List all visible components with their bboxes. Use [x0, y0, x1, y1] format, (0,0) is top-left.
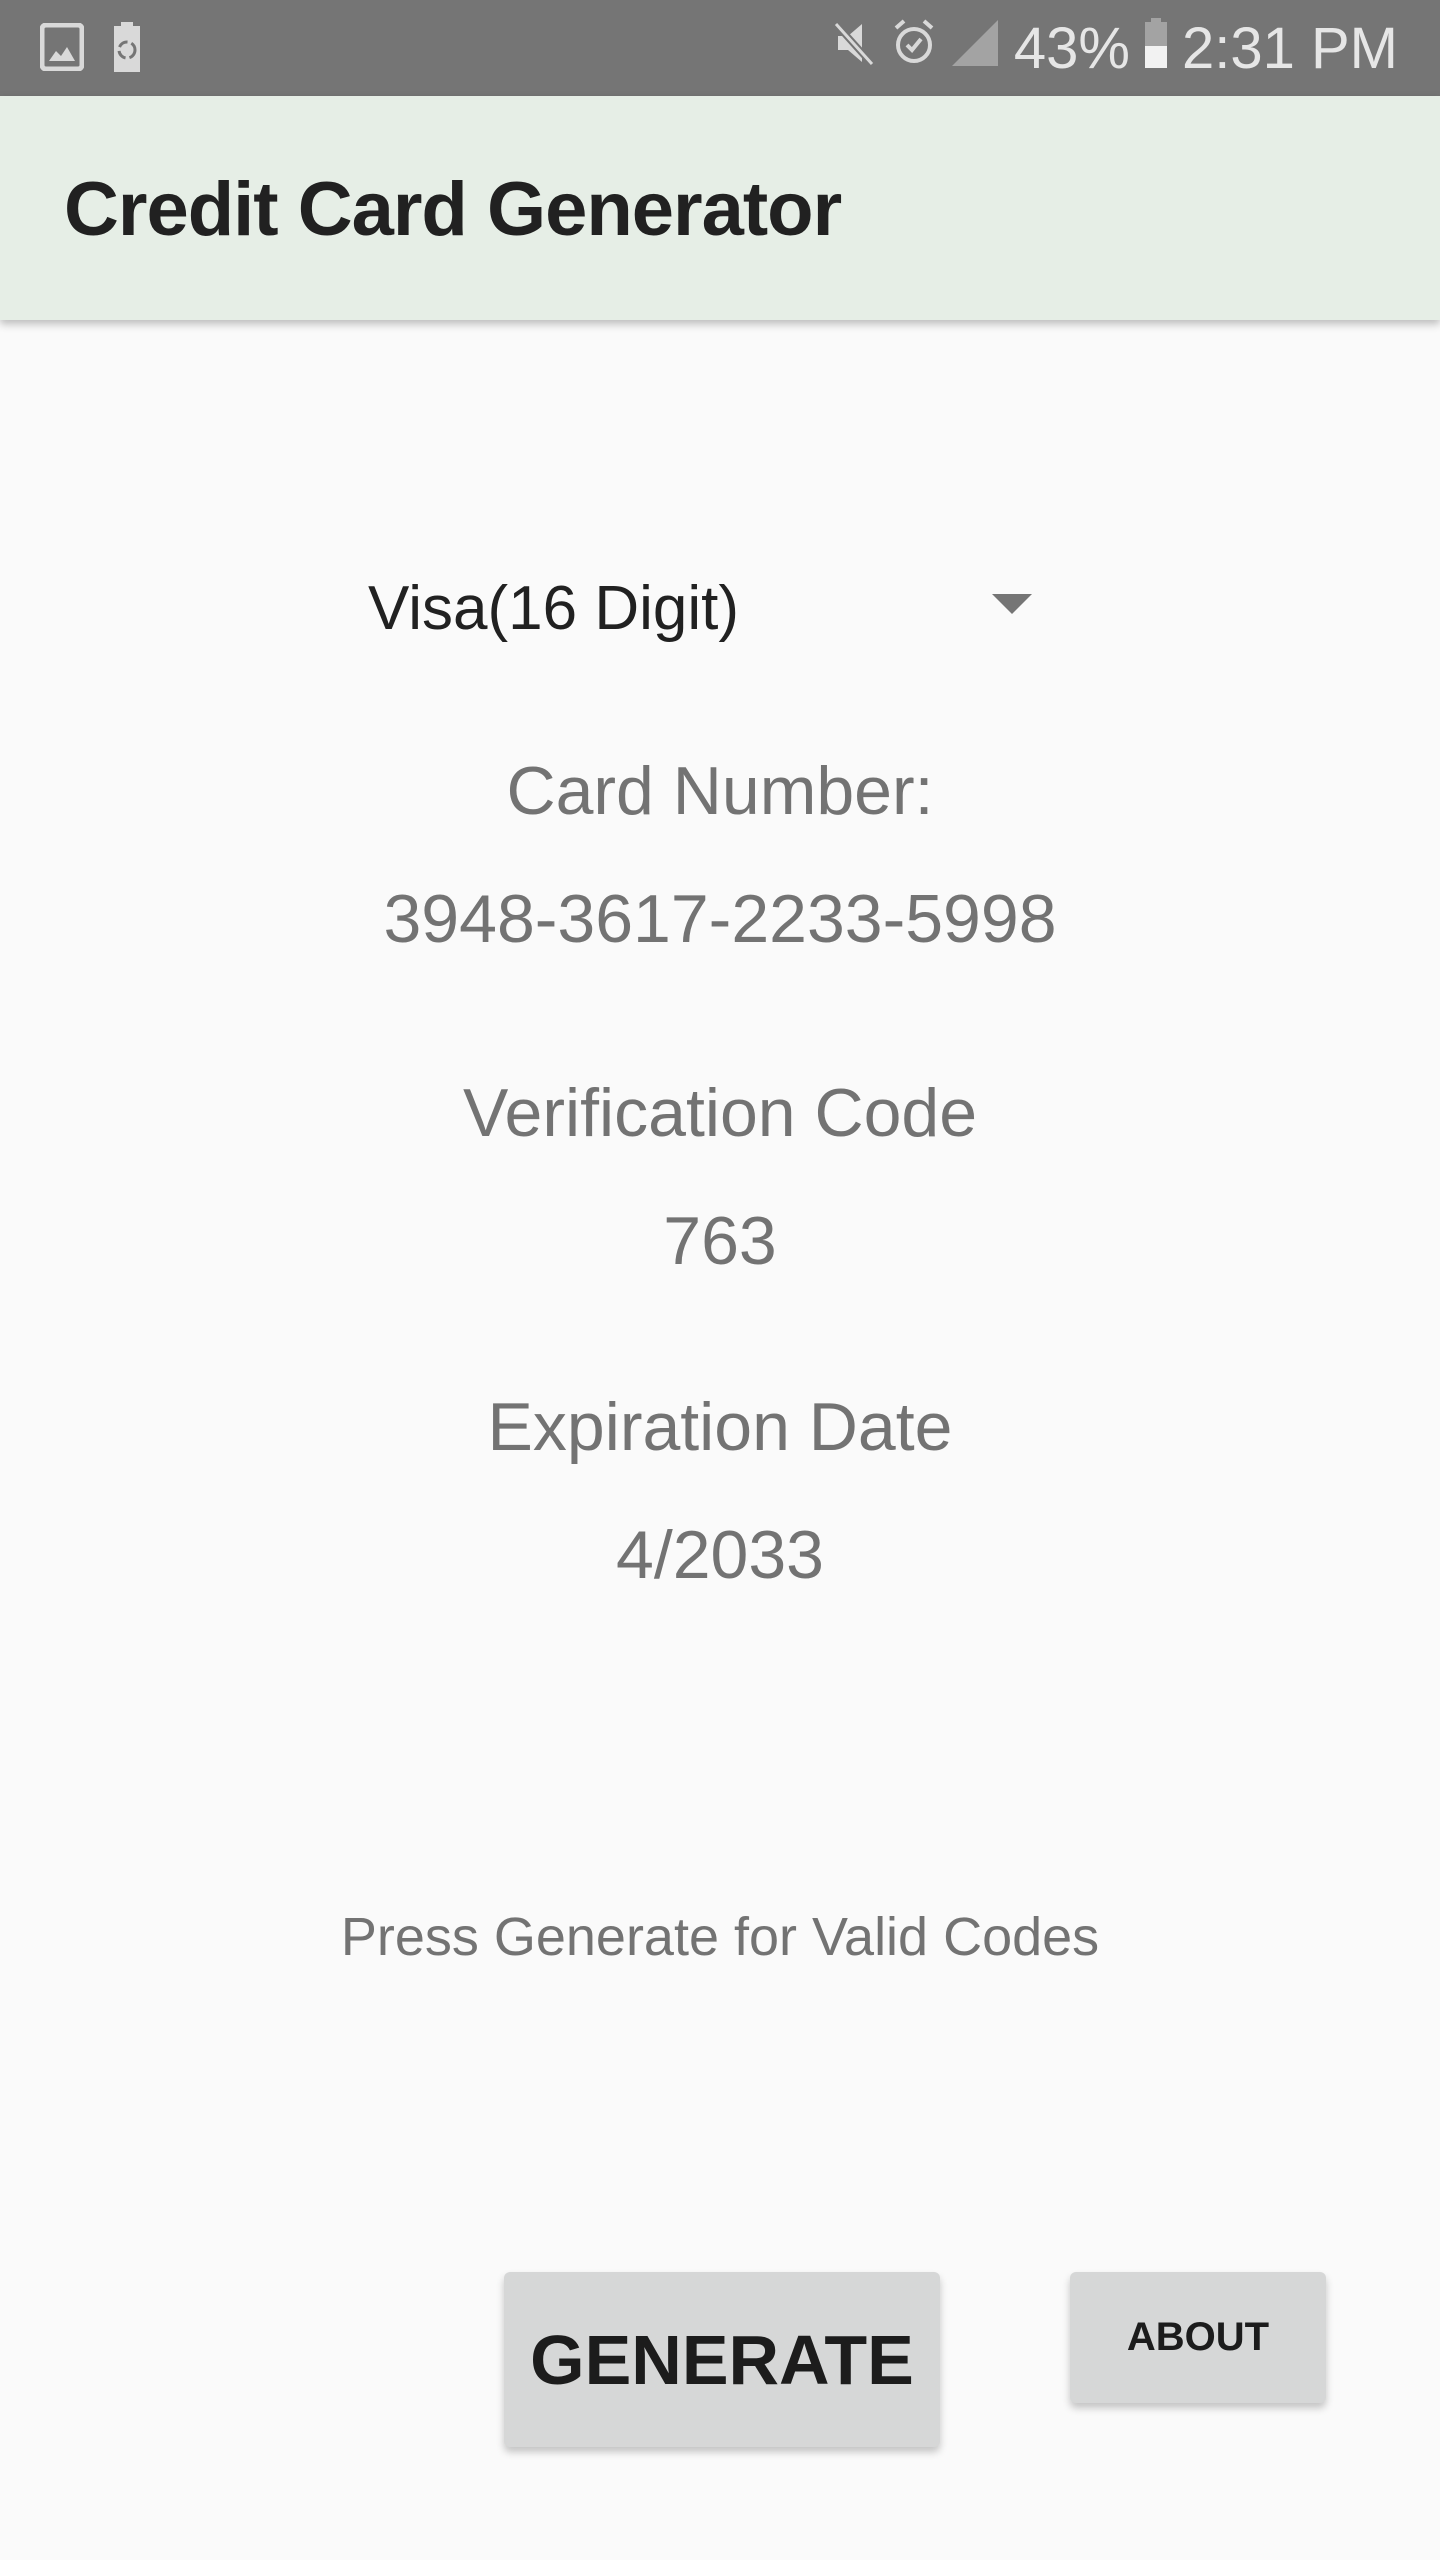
hint-text: Press Generate for Valid Codes	[340, 1907, 1100, 1967]
card-type-selected: Visa(16 Digit)	[368, 573, 740, 643]
card-number-value: 3948-3617-2233-5998	[383, 881, 1057, 957]
dropdown-arrow-icon	[992, 594, 1032, 614]
card-number-label: Card Number:	[506, 753, 934, 829]
about-button[interactable]: ABOUT	[1070, 2272, 1326, 2403]
app-bar: Credit Card Generator	[0, 96, 1440, 320]
card-type-spinner[interactable]: Visa(16 Digit)	[368, 560, 1048, 656]
battery-icon	[1144, 15, 1168, 82]
battery-percent: 43%	[1013, 15, 1130, 81]
mute-icon	[832, 15, 878, 82]
verification-code-label: Verification Code	[462, 1075, 978, 1151]
expiration-date-value: 4/2033	[616, 1517, 824, 1593]
app-title: Credit Card Generator	[64, 167, 842, 252]
verification-code-value: 763	[663, 1203, 777, 1279]
signal-icon	[950, 15, 1000, 82]
generate-button[interactable]: GENERATE	[504, 2272, 940, 2447]
clock: 2:31 PM	[1182, 15, 1398, 81]
alarm-icon	[892, 15, 936, 82]
gallery-icon	[39, 22, 85, 76]
expiration-date-label: Expiration Date	[487, 1389, 953, 1465]
status-bar: 43% 2:31 PM	[0, 0, 1440, 96]
battery-saver-recycle-icon	[112, 22, 142, 77]
